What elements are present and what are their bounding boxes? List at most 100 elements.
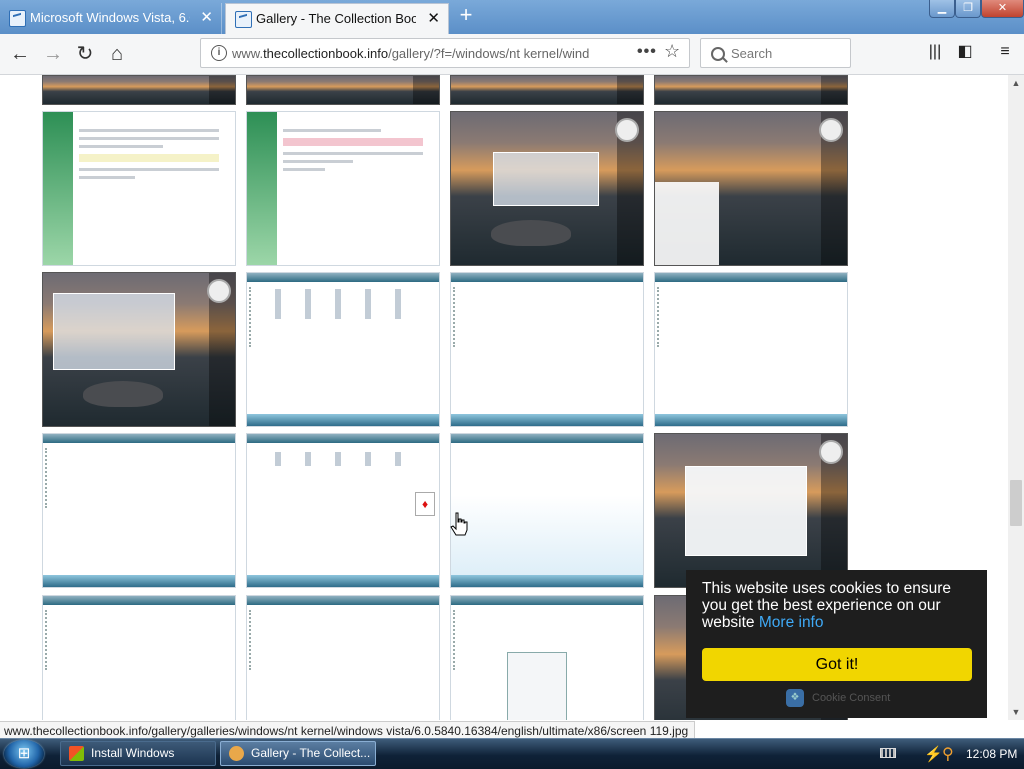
cookie-message: This website uses cookies to ensure you … <box>702 580 972 631</box>
nav-pane <box>45 448 49 508</box>
gallery-thumbnail[interactable] <box>450 111 644 266</box>
reload-button[interactable]: ↻ <box>72 41 98 67</box>
search-placeholder: Search <box>731 46 773 61</box>
card-icon: ♦ <box>415 492 435 516</box>
site-favicon-icon <box>9 10 26 27</box>
rock-shape <box>83 381 163 407</box>
setup-sidebar <box>247 112 277 265</box>
game-icons <box>275 452 425 466</box>
gallery-thumbnail[interactable] <box>246 111 440 266</box>
rock-shape <box>491 220 571 246</box>
sidebar-icon[interactable]: ◧ <box>955 42 975 62</box>
file-icons <box>275 289 425 319</box>
nav-pane <box>453 287 457 347</box>
nav-pane <box>249 610 253 670</box>
forward-button[interactable]: → <box>40 41 66 67</box>
back-button[interactable]: ← <box>7 41 33 67</box>
tab-title: Gallery - The Collection Book <box>256 11 416 26</box>
taskbar-button-label: Gallery - The Collect... <box>251 746 371 760</box>
gallery-thumbnail[interactable] <box>246 75 440 105</box>
system-tray: ⚡ ⚲ 12:08 PM <box>878 739 1024 769</box>
clock-gadget-icon <box>819 118 843 142</box>
taskbar-button-gallery[interactable]: Gallery - The Collect... <box>220 741 376 766</box>
close-window-button[interactable]: ✕ <box>981 0 1024 18</box>
gallery-thumbnail[interactable] <box>42 595 236 720</box>
clock-gadget-icon <box>207 279 231 303</box>
close-tab-icon[interactable]: ✕ <box>427 4 440 34</box>
search-tray-icon[interactable]: ⚲ <box>942 744 954 764</box>
scroll-down-icon[interactable]: ▼ <box>1008 704 1024 720</box>
maximize-button[interactable]: ❐ <box>955 0 981 18</box>
nav-pane <box>657 287 661 347</box>
cookie-consent-logo-icon: ❖ <box>786 689 804 708</box>
scrollbar-thumb[interactable] <box>1010 480 1022 526</box>
taskbar-button-install-windows[interactable]: Install Windows <box>60 741 216 766</box>
network-icon[interactable]: ⚡ <box>924 745 943 763</box>
gallery-thumbnail[interactable] <box>654 272 848 427</box>
gallery-thumbnail[interactable] <box>42 272 236 427</box>
tab-windows-vista[interactable]: Microsoft Windows Vista, 6.0.58 ✕ <box>0 3 222 34</box>
gallery-thumbnail[interactable] <box>450 272 644 427</box>
url-text[interactable]: www.thecollectionbook.info/gallery/?f=/w… <box>232 39 602 68</box>
windows-taskbar: Install Windows Gallery - The Collect...… <box>0 738 1024 769</box>
gallery-thumbnail[interactable]: ♦ <box>246 433 440 588</box>
clock-gadget-icon <box>819 440 843 464</box>
gallery-thumbnail[interactable] <box>42 111 236 266</box>
cookie-message-text: This website uses cookies to ensure you … <box>702 580 951 631</box>
tab-bar: Microsoft Windows Vista, 6.0.58 ✕ Galler… <box>0 0 1024 34</box>
gallery-thumbnail[interactable] <box>654 75 848 105</box>
sidebar-shade <box>413 76 439 104</box>
url-domain: thecollectionbook.info <box>263 46 389 61</box>
library-icon[interactable]: ||| <box>925 42 945 62</box>
clock-gadget-icon <box>615 118 639 142</box>
browser-window: Microsoft Windows Vista, 6.0.58 ✕ Galler… <box>0 0 1024 769</box>
gallery-thumbnail[interactable] <box>42 433 236 588</box>
scroll-up-icon[interactable]: ▲ <box>1008 75 1024 91</box>
gallery-thumbnail[interactable] <box>42 75 236 105</box>
gadget-gallery <box>493 152 599 206</box>
nav-pane <box>453 610 457 670</box>
search-field[interactable]: Search <box>700 38 851 68</box>
gallery-thumbnail[interactable] <box>246 272 440 427</box>
explorer-window <box>685 466 807 556</box>
home-button[interactable]: ⌂ <box>104 41 130 67</box>
page-actions-icon[interactable]: ••• <box>637 39 657 65</box>
menu-icon[interactable]: ≡ <box>995 42 1015 62</box>
address-bar[interactable]: i www.thecollectionbook.info/gallery/?f=… <box>200 38 690 68</box>
navigation-bar: ← → ↻ ⌂ i www.thecollectionbook.info/gal… <box>0 34 1024 75</box>
more-info-link[interactable]: More info <box>759 614 824 631</box>
start-button[interactable] <box>4 740 44 768</box>
cookie-brand-text: Cookie Consent <box>812 692 891 704</box>
properties-dialog <box>507 652 567 720</box>
minimize-button[interactable]: ▁ <box>929 0 955 18</box>
gallery-thumbnail[interactable] <box>246 595 440 720</box>
nav-pane <box>45 610 49 670</box>
start-menu <box>655 182 719 265</box>
close-tab-icon[interactable]: ✕ <box>200 3 213 33</box>
explorer-window <box>53 293 175 370</box>
bookmark-star-icon[interactable]: ☆ <box>664 41 680 62</box>
setup-text <box>283 124 423 176</box>
cookie-consent-brand[interactable]: ❖ Cookie Consent <box>786 688 890 708</box>
gallery-thumbnail[interactable] <box>450 75 644 105</box>
new-tab-button[interactable]: + <box>455 4 477 28</box>
keyboard-icon[interactable] <box>880 748 896 758</box>
taskbar-button-label: Install Windows <box>91 746 175 760</box>
url-path: /gallery/?f=/windows/nt kernel/wind <box>388 46 590 61</box>
tab-gallery[interactable]: Gallery - The Collection Book ✕ <box>225 3 449 34</box>
got-it-button[interactable]: Got it! <box>702 648 972 681</box>
vertical-scrollbar[interactable]: ▲ ▼ <box>1008 75 1024 720</box>
search-icon <box>711 47 725 61</box>
setup-sidebar <box>43 112 73 265</box>
windows-setup-icon <box>69 746 84 761</box>
gallery-thumbnail[interactable] <box>450 595 644 720</box>
nav-pane <box>249 287 253 347</box>
url-prefix: www. <box>232 46 264 61</box>
clock[interactable]: 12:08 PM <box>966 739 1017 769</box>
gallery-thumbnail[interactable] <box>654 433 848 588</box>
site-info-icon[interactable]: i <box>211 45 227 61</box>
sidebar-shade <box>617 76 643 104</box>
tab-title: Microsoft Windows Vista, 6.0.58 <box>30 10 190 25</box>
gallery-thumbnail[interactable] <box>654 111 848 266</box>
gallery-thumbnail[interactable] <box>450 433 644 588</box>
